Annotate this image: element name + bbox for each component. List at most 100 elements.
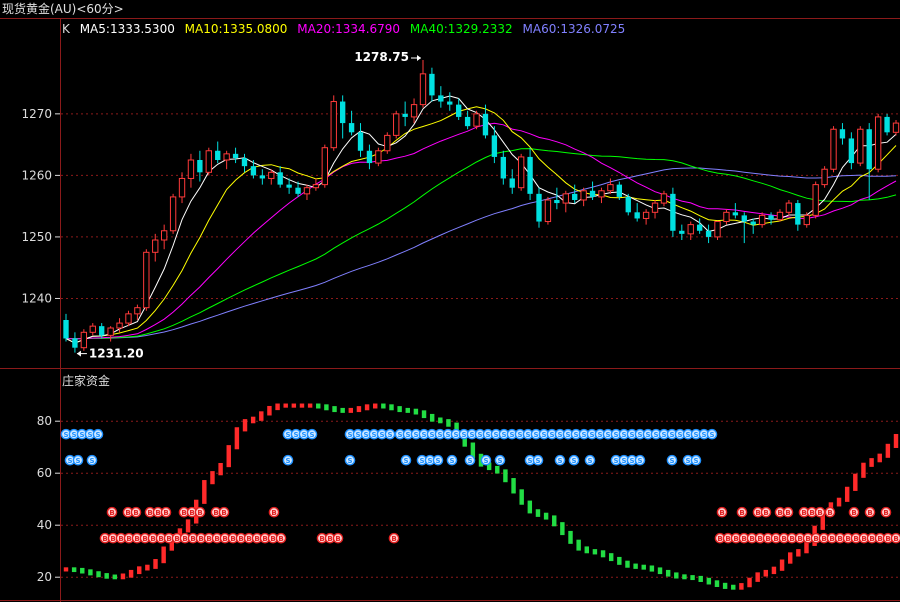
indicator-tick-label: 80 [37,414,52,428]
indicator-bar [861,462,866,478]
badge-letter: B [755,509,760,517]
candle-body [554,200,560,204]
price-chart[interactable]: 124012501260127020406080 1278.751231.20 … [0,0,900,602]
candle-body [892,122,900,133]
badge-letter: S [525,431,530,439]
indicator-bar [576,539,581,551]
badge-letter: B [837,535,842,543]
candle-body [723,211,730,223]
candle-body [63,320,69,339]
candle-body [714,221,721,238]
sell-signal-badge: S [494,454,506,466]
candle-body [536,193,542,222]
indicator-bar [592,549,598,555]
indicator-bar [128,569,134,578]
sell-signal-badge: S [584,454,596,466]
candle-body [107,327,114,336]
badge-letter: B [869,535,874,543]
badge-letter: S [485,431,490,439]
candle-body [402,113,408,117]
sell-signal-badge: S [384,428,396,440]
indicator-bar [706,577,712,585]
candle-body [616,184,623,197]
badge-letter: B [230,535,235,543]
indicator-bar [543,512,549,520]
badge-letter: S [453,431,458,439]
badge-letter: B [147,509,152,517]
badge-letter: B [174,535,179,543]
indicator-bar [568,530,573,544]
badge-letter: B [717,535,722,543]
indicator-bar [324,404,329,411]
badge-letter: S [419,457,424,465]
badge-letter: S [437,431,442,439]
badge-letter: B [853,535,858,543]
indicator-bar [657,567,663,575]
badge-letter: B [391,535,396,543]
candle-body [795,203,801,225]
candle-body [312,184,320,189]
candle-body [651,202,659,213]
candle-body [768,215,774,220]
candle-body [687,224,694,235]
badge-letter: B [821,535,826,543]
badge-letter: S [445,431,450,439]
badge-letter: B [155,509,160,517]
buy-signal-badge: B [332,532,344,544]
badge-letter: S [589,431,594,439]
indicator-bar [674,572,679,579]
sell-signal-badge: S [480,454,492,466]
badge-letter: B [271,509,276,517]
sell-signal-badge: S [446,454,458,466]
badge-letter: B [335,535,340,543]
badge-letter: S [509,431,514,439]
high-arrow-head [416,55,421,61]
badge-letter: S [449,457,454,465]
indicator-bar [421,410,427,419]
badge-letter: B [278,535,283,543]
candle-body [705,230,712,237]
candle-body [803,214,810,226]
candle-body [456,104,462,117]
buy-signal-badge: B [194,506,206,518]
chart-stage: 现货黄金(AU)<60分> K MA5:1333.5300 MA10:1335.… [0,0,900,602]
candle-body [866,129,872,170]
badge-letter: B [785,509,790,517]
indicator-bar [413,408,419,415]
indicator-bar [844,486,850,502]
indicator-bar [161,546,166,564]
candle-body [375,150,382,164]
badge-letter: S [621,431,626,439]
indicator-bar [372,403,378,409]
indicator-bar [438,417,443,424]
indicator-bar [552,515,557,527]
candle-body [268,171,275,179]
badge-letter: S [597,431,602,439]
indicator-bar [96,571,101,578]
sell-signal-badge: S [532,454,544,466]
indicator-bar [755,572,760,582]
badge-letter: B [319,535,324,543]
badge-letter: B [757,535,762,543]
indicator-bar [641,564,646,570]
badge-letter: S [669,431,674,439]
badge-letter: B [213,509,218,517]
badge-letter: B [883,509,888,517]
badge-letter: S [517,431,522,439]
indicator-bar [429,413,435,422]
high-label: 1278.75 [354,50,409,64]
badge-letter: B [719,509,724,517]
candle-body [89,325,96,333]
badge-letter: B [190,535,195,543]
buy-signal-badge: B [736,506,748,518]
badge-letter: S [301,431,306,439]
sell-signal-badge: S [706,428,718,440]
buy-signal-badge: B [880,506,892,518]
badge-letter: S [347,431,352,439]
indicator-bar [446,419,451,427]
candle-body [884,116,890,133]
indicator-bar [495,465,500,474]
indicator-bar [869,458,874,467]
candle-body [473,113,480,127]
badge-letter: B [222,535,227,543]
